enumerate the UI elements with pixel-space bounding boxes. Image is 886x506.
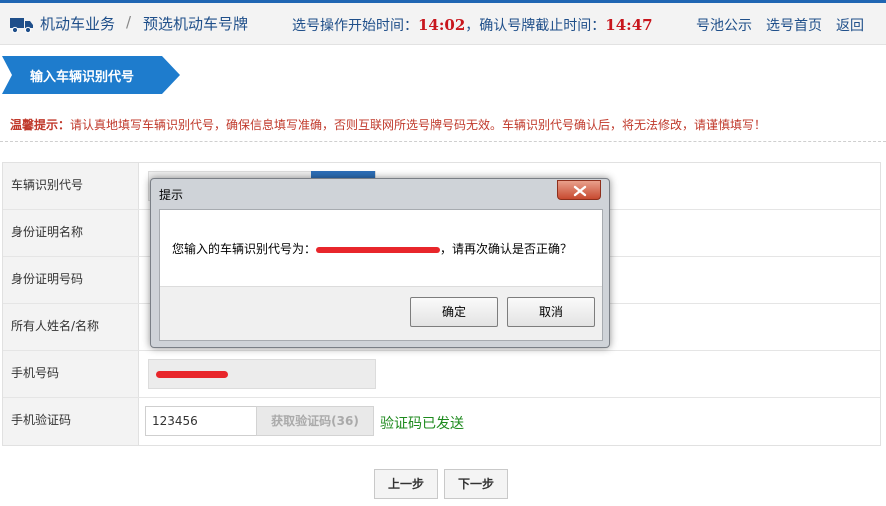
sms-code-input[interactable]: 123456 — [145, 406, 257, 436]
start-time: 14:02 — [418, 16, 466, 34]
id-type-label: 身份证明名称 — [3, 210, 139, 256]
dashed-divider — [0, 141, 886, 142]
time-info: 选号操作开始时间：14:02，确认号牌截止时间：14:47 — [292, 15, 653, 35]
sms-code-label: 手机验证码 — [3, 398, 139, 445]
phone-label: 手机号码 — [3, 351, 139, 397]
cancel-button[interactable]: 取消 — [507, 297, 595, 327]
get-code-button[interactable]: 获取验证码(36) — [256, 406, 374, 436]
truck-icon — [10, 18, 33, 33]
next-step-button[interactable]: 下一步 — [444, 469, 508, 499]
dialog-footer: 确定 取消 — [160, 286, 602, 340]
step-label: 输入车辆识别代号 — [30, 70, 135, 85]
warm-tip: 温馨提示：请认真地填写车辆识别代号，确保信息填写准确，否则互联网所选号牌号码无效… — [10, 116, 766, 133]
start-time-label: 选号操作开始时间： — [292, 18, 418, 34]
owner-name-label: 所有人姓名/名称 — [3, 304, 139, 350]
deadline-label: ，确认号牌截止时间： — [465, 18, 606, 34]
top-bar: 机动车业务 / 预选机动车号牌 选号操作开始时间：14:02，确认号牌截止时间：… — [0, 0, 886, 45]
id-number-label: 身份证明号码 — [3, 257, 139, 303]
vin-redaction — [316, 246, 441, 253]
prev-step-button[interactable]: 上一步 — [374, 469, 438, 499]
tip-text: 请认真地填写车辆识别代号，确保信息填写准确，否则互联网所选号牌号码无效。车辆识别… — [70, 118, 767, 132]
deadline-time: 14:47 — [605, 16, 653, 34]
tip-prefix: 温馨提示： — [10, 118, 71, 132]
close-button[interactable] — [557, 180, 601, 200]
phone-redaction — [156, 371, 228, 378]
confirm-dialog: 提示 您输入的车辆识别代号为： ，请再次确认是否正确？ 确定 取消 — [150, 178, 610, 348]
breadcrumb-separator: / — [126, 13, 132, 31]
dialog-message: 您输入的车辆识别代号为： ，请再次确认是否正确？ — [172, 240, 572, 257]
dialog-title: 提示 — [159, 188, 184, 202]
selection-home-link[interactable]: 选号首页 — [766, 15, 822, 35]
breadcrumb-vehicle-business[interactable]: 机动车业务 — [40, 13, 115, 34]
dialog-body: 您输入的车辆识别代号为： ，请再次确认是否正确？ 确定 取消 — [159, 209, 603, 341]
close-icon — [573, 185, 587, 197]
breadcrumb-plate-preselect: 预选机动车号牌 — [143, 15, 249, 33]
vin-label: 车辆识别代号 — [3, 163, 139, 209]
plate-pool-link[interactable]: 号池公示 — [696, 15, 752, 35]
back-link[interactable]: 返回 — [836, 15, 864, 35]
code-sent-text: 验证码已发送 — [380, 416, 464, 432]
dialog-message-before: 您输入的车辆识别代号为： — [172, 242, 317, 256]
dialog-message-after: ，请再次确认是否正确？ — [440, 242, 573, 256]
form-row-phone: 手机号码 — [3, 351, 880, 398]
confirm-button[interactable]: 确定 — [410, 297, 498, 327]
